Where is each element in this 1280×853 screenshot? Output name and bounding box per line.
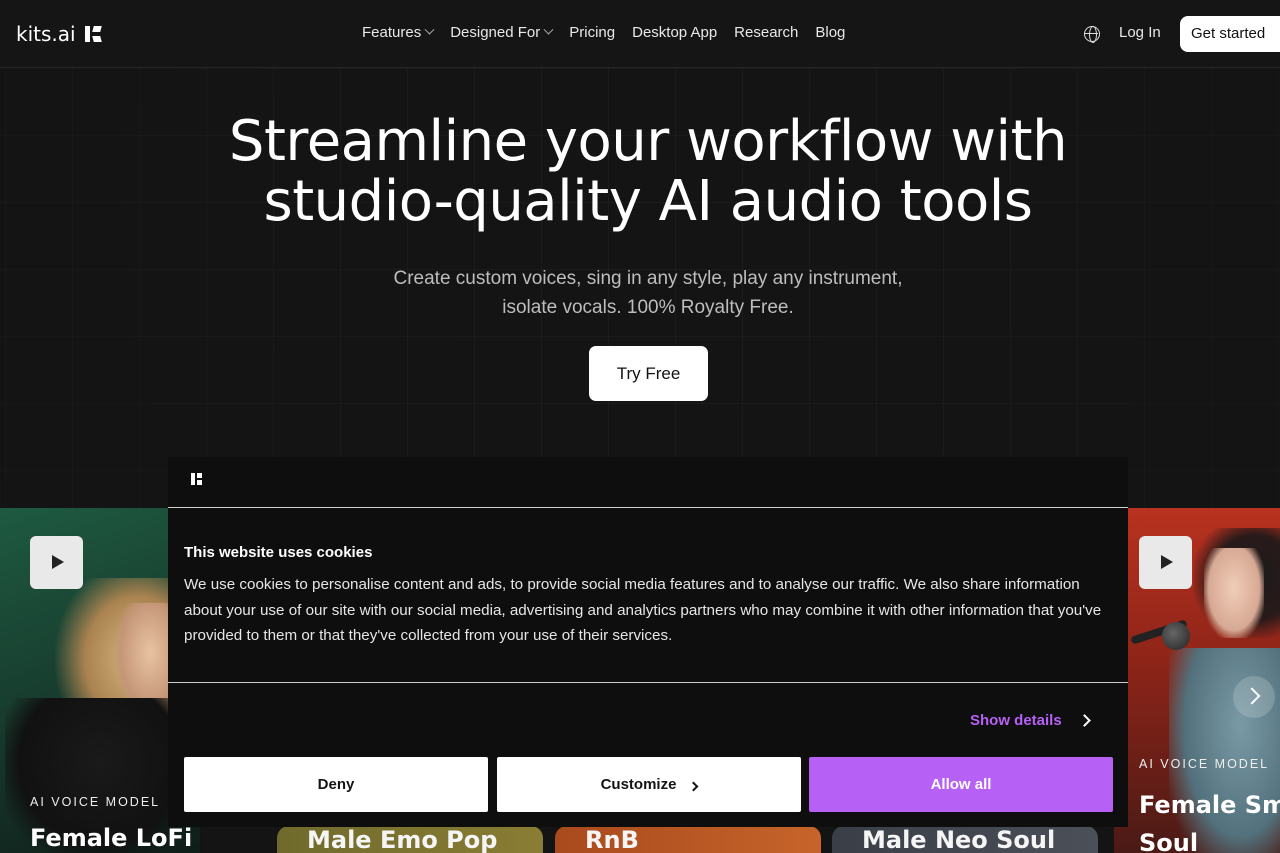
voice-card-rnb[interactable]: RnB (555, 826, 821, 853)
show-details-link[interactable]: Show details (970, 712, 1091, 729)
play-icon[interactable] (1139, 536, 1192, 589)
nav-link-research[interactable]: Research (734, 24, 798, 41)
chevron-down-icon (424, 24, 435, 35)
card-title: Female Sm Soul (1139, 791, 1280, 853)
get-started-button[interactable]: Get started (1180, 16, 1280, 52)
logo-mark-icon (84, 25, 102, 43)
globe-icon[interactable] (1084, 26, 1100, 43)
login-link[interactable]: Log In (1119, 24, 1161, 41)
voice-card-male-neo-soul[interactable]: Male Neo Soul (832, 826, 1098, 853)
kits-ai-logo[interactable]: kits.ai (16, 22, 102, 46)
card-title: Male Neo Soul (862, 826, 1056, 853)
main-nav-links: Features Designed For Pricing Desktop Ap… (362, 24, 862, 41)
hero-title: Streamline your workflow with studio-qua… (228, 109, 1068, 234)
card-title: RnB (585, 826, 639, 853)
card-title: Male Emo Pop (307, 826, 498, 853)
card-kicker: AI VOICE MODEL (1139, 757, 1270, 771)
voice-card-male-emo-pop[interactable]: Male Emo Pop (277, 826, 543, 853)
chevron-right-icon (688, 781, 699, 791)
carousel-next-icon[interactable] (1233, 676, 1275, 718)
cookiebot-logo-icon (191, 473, 203, 485)
cookie-heading: This website uses cookies (184, 544, 373, 561)
customize-button[interactable]: Customize (497, 757, 801, 812)
nav-link-designed-for[interactable]: Designed For (450, 24, 554, 41)
card-title: Female LoFi (30, 824, 193, 852)
logo-text: kits.ai (16, 22, 76, 46)
chevron-down-icon (543, 24, 554, 35)
play-icon[interactable] (30, 536, 83, 589)
allow-all-button[interactable]: Allow all (809, 757, 1113, 812)
cookie-consent-dialog: This website uses cookies We use cookies… (168, 457, 1128, 827)
card-kicker: AI VOICE MODEL (30, 795, 161, 809)
nav-link-desktop-app[interactable]: Desktop App (632, 24, 717, 41)
hero-subtitle: Create custom voices, sing in any style,… (393, 268, 903, 318)
cookie-description: We use cookies to personalise content an… (184, 576, 1102, 644)
nav-link-blog[interactable]: Blog (815, 24, 845, 41)
chevron-right-icon (1077, 714, 1091, 727)
top-navigation: kits.ai Features Designed For Pricing De… (0, 0, 1280, 68)
deny-button[interactable]: Deny (184, 757, 488, 812)
nav-link-pricing[interactable]: Pricing (569, 24, 615, 41)
divider (168, 682, 1128, 683)
nav-link-features[interactable]: Features (362, 24, 435, 41)
divider (168, 507, 1128, 508)
try-free-button[interactable]: Try Free (589, 346, 708, 401)
